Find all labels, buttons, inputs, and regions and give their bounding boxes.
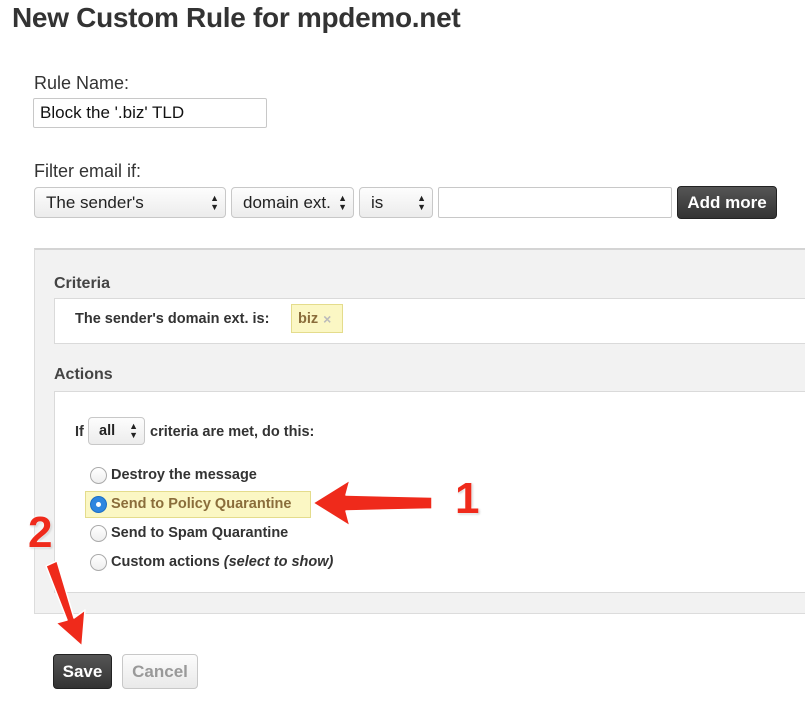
action-option-policy-quarantine[interactable]: Send to Policy Quarantine xyxy=(90,493,291,515)
radio-button-checked[interactable] xyxy=(90,495,107,513)
action-option-destroy[interactable]: Destroy the message xyxy=(90,464,257,486)
criteria-title: Criteria xyxy=(54,275,111,292)
if-prefix: If xyxy=(75,424,84,440)
field-select-value: domain ext. xyxy=(243,192,331,212)
select-arrows-icon: ▲ ▼ xyxy=(210,192,219,212)
action-option-hint: (select to show) xyxy=(223,554,334,570)
select-arrows-icon: ▲ ▼ xyxy=(338,192,347,212)
radio-button[interactable] xyxy=(90,553,107,571)
filter-value-input[interactable] xyxy=(438,187,672,218)
field-select[interactable]: domain ext. ▲ ▼ xyxy=(231,187,354,218)
action-option-label: Send to Policy Quarantine xyxy=(111,496,292,512)
filter-label: Filter email if: xyxy=(34,161,142,181)
match-select[interactable]: all ▲ ▼ xyxy=(88,417,145,445)
annotation-number-2: 2 xyxy=(28,508,53,557)
if-suffix: criteria are met, do this: xyxy=(150,424,315,440)
radio-button[interactable] xyxy=(90,524,107,542)
select-arrows-icon: ▲ ▼ xyxy=(417,192,426,212)
sender-select[interactable]: The sender's ▲ ▼ xyxy=(34,187,226,218)
criteria-tag-value: biz xyxy=(298,310,319,327)
actions-title: Actions xyxy=(54,366,113,383)
operator-select-value: is xyxy=(371,192,384,212)
save-button[interactable]: Save xyxy=(53,654,112,689)
action-option-label: Send to Spam Quarantine xyxy=(111,525,289,541)
select-arrows-icon: ▲ ▼ xyxy=(129,421,138,440)
match-select-value: all xyxy=(99,423,116,439)
action-option-spam-quarantine[interactable]: Send to Spam Quarantine xyxy=(90,522,288,544)
add-more-button[interactable]: Add more xyxy=(677,186,777,219)
rule-name-label: Rule Name: xyxy=(34,73,130,93)
sender-select-value: The sender's xyxy=(46,192,144,212)
rule-name-input[interactable] xyxy=(33,98,267,128)
action-option-label: Custom actions xyxy=(111,554,220,570)
remove-icon[interactable]: × xyxy=(323,311,331,327)
criteria-condition-label: The sender's domain ext. is: xyxy=(75,311,270,327)
action-option-custom[interactable]: Custom actions (select to show) xyxy=(90,551,333,573)
cancel-button[interactable]: Cancel xyxy=(122,654,198,689)
annotation-number-1: 1 xyxy=(455,474,480,523)
action-option-label: Destroy the message xyxy=(111,467,257,483)
operator-select[interactable]: is ▲ ▼ xyxy=(359,187,433,218)
radio-button[interactable] xyxy=(90,466,107,484)
criteria-tag: biz × xyxy=(291,304,343,333)
page-title: New Custom Rule for mpdemo.net xyxy=(12,2,461,33)
